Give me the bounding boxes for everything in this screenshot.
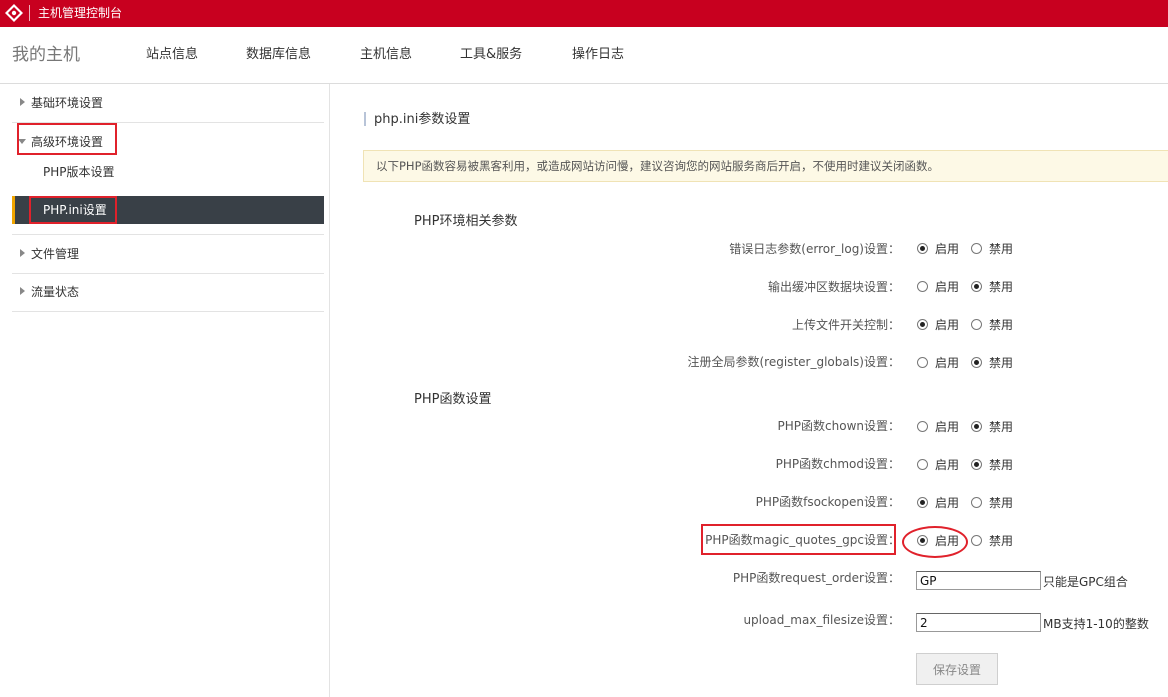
top-bar: 主机管理控制台 [0, 0, 1168, 27]
sidebar-item-php-version[interactable]: PHP版本设置 [12, 158, 324, 186]
nav-brand[interactable]: 我的主机 [12, 45, 80, 65]
sidebar-item-label: PHP版本设置 [43, 165, 115, 179]
func-group-title: PHP函数设置 [414, 392, 492, 407]
nav-item-tools-services[interactable]: 工具&服务 [460, 47, 522, 63]
setting-label-request-order: PHP函数request_order设置： [732, 571, 900, 585]
radio-register-globals-enable[interactable] [917, 357, 928, 368]
request-order-hint: 只能是GPC组合 [1043, 575, 1128, 589]
option-label-disable: 禁用 [989, 356, 1014, 370]
option-label-enable: 启用 [935, 356, 960, 370]
sidebar-group-traffic-status[interactable]: 流量状态 [12, 273, 324, 312]
radio-chmod-enable[interactable] [917, 459, 928, 470]
nav-item-site-info[interactable]: 站点信息 [146, 47, 198, 63]
collapsed-arrow-icon [20, 249, 25, 257]
setting-label-upload-max-filesize: upload_max_filesize设置： [743, 613, 900, 627]
collapsed-arrow-icon [20, 98, 25, 106]
radio-fsockopen-disable[interactable] [971, 497, 982, 508]
save-settings-button[interactable]: 保存设置 [916, 653, 998, 685]
expanded-arrow-icon [18, 139, 26, 144]
sidebar-item-php-ini[interactable]: PHP.ini设置 [12, 196, 324, 224]
setting-label-error-log: 错误日志参数(error_log)设置： [729, 242, 900, 256]
upload-max-filesize-hint: MB支持1-10的整数 [1043, 617, 1149, 631]
radio-output-buffer-enable[interactable] [917, 281, 928, 292]
setting-label-file-uploads: 上传文件开关控制： [791, 318, 900, 332]
radio-chown-enable[interactable] [917, 421, 928, 432]
option-label-disable: 禁用 [989, 280, 1014, 294]
logo-icon [5, 4, 23, 22]
request-order-input[interactable] [916, 571, 1041, 590]
option-label-enable: 启用 [935, 420, 960, 434]
collapsed-arrow-icon [20, 287, 25, 295]
app-title: 主机管理控制台 [38, 6, 123, 20]
radio-fsockopen-enable[interactable] [917, 497, 928, 508]
sidebar-group-label: 流量状态 [31, 285, 80, 299]
sidebar-group-label: 文件管理 [31, 247, 80, 261]
radio-register-globals-disable[interactable] [971, 357, 982, 368]
option-label-disable: 禁用 [989, 420, 1014, 434]
setting-label-magic-quotes-gpc: PHP函数magic_quotes_gpc设置： [705, 533, 900, 547]
nav-item-database-info[interactable]: 数据库信息 [246, 47, 311, 63]
logo-divider [29, 5, 30, 21]
setting-label-register-globals: 注册全局参数(register_globals)设置： [687, 355, 901, 369]
sidebar-group-basic-env[interactable]: 基础环境设置 [12, 84, 324, 123]
warning-notice: 以下PHP函数容易被黑客利用，或造成网站访问慢，建议咨询您的网站服务商后开启，不… [363, 150, 1168, 182]
sidebar-item-label: PHP.ini设置 [43, 203, 107, 217]
radio-chmod-disable[interactable] [971, 459, 982, 470]
radio-output-buffer-disable[interactable] [971, 281, 982, 292]
nav-item-operation-log[interactable]: 操作日志 [572, 47, 624, 63]
option-label-enable: 启用 [935, 280, 960, 294]
main-nav: 我的主机 站点信息 数据库信息 主机信息 工具&服务 操作日志 [0, 27, 1168, 84]
setting-label-fsockopen: PHP函数fsockopen设置： [755, 495, 900, 509]
notice-text: 以下PHP函数容易被黑客利用，或造成网站访问慢，建议咨询您的网站服务商后开启，不… [376, 159, 940, 173]
section-title-bar [364, 112, 366, 126]
setting-label-chmod: PHP函数chmod设置： [775, 457, 900, 471]
sidebar-group-label: 基础环境设置 [31, 96, 104, 110]
upload-max-filesize-input[interactable] [916, 613, 1041, 632]
option-label-enable: 启用 [935, 242, 960, 256]
sidebar-group-advanced-env[interactable]: 高级环境设置 [12, 123, 324, 161]
radio-chown-disable[interactable] [971, 421, 982, 432]
option-label-enable: 启用 [935, 318, 960, 332]
setting-label-chown: PHP函数chown设置： [777, 419, 900, 433]
option-label-enable: 启用 [935, 496, 960, 510]
radio-error-log-disable[interactable] [971, 243, 982, 254]
option-label-disable: 禁用 [989, 496, 1014, 510]
radio-file-uploads-disable[interactable] [971, 319, 982, 330]
active-indicator [12, 196, 15, 224]
option-label-enable: 启用 [935, 458, 960, 472]
page-title: php.ini参数设置 [374, 112, 471, 127]
nav-item-host-info[interactable]: 主机信息 [360, 47, 412, 63]
setting-label-output-buffer: 输出缓冲区数据块设置： [767, 280, 900, 294]
radio-magic-quotes-gpc-disable[interactable] [971, 535, 982, 546]
radio-error-log-enable[interactable] [917, 243, 928, 254]
env-group-title: PHP环境相关参数 [414, 214, 518, 229]
option-label-disable: 禁用 [989, 242, 1014, 256]
option-label-disable: 禁用 [989, 458, 1014, 472]
option-label-enable: 启用 [935, 534, 960, 548]
sidebar-group-label: 高级环境设置 [31, 135, 104, 149]
sidebar: 基础环境设置 高级环境设置 PHP版本设置 PHP.ini设置 文件管理 流量状… [0, 84, 330, 697]
radio-file-uploads-enable[interactable] [917, 319, 928, 330]
radio-magic-quotes-gpc-enable[interactable] [917, 535, 928, 546]
option-label-disable: 禁用 [989, 318, 1014, 332]
sidebar-group-file-management[interactable]: 文件管理 [12, 235, 324, 274]
option-label-disable: 禁用 [989, 534, 1014, 548]
